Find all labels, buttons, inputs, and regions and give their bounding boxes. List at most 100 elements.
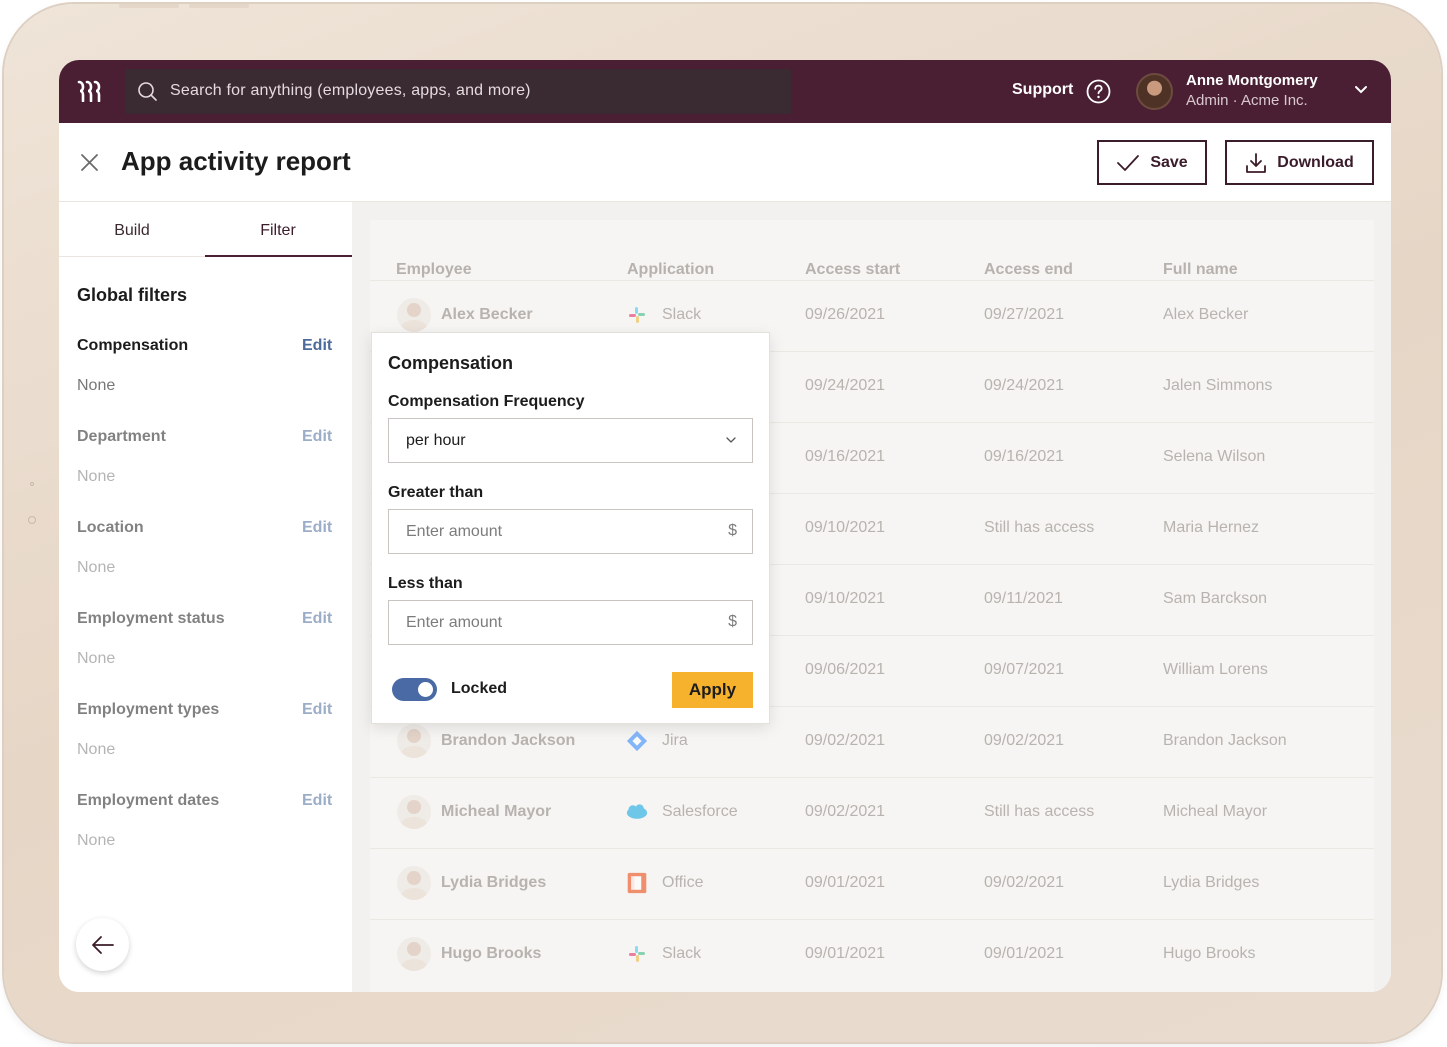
greater-than-label: Greater than (388, 484, 484, 501)
employee-name[interactable]: Micheal Mayor (441, 803, 551, 821)
application-name: Jira (662, 732, 688, 749)
table-row[interactable]: Micheal Mayor Salesforce 09/02/2021 Still h… (370, 777, 1374, 848)
frequency-select[interactable]: per hour (388, 418, 753, 463)
help-icon[interactable] (1086, 79, 1111, 104)
close-icon[interactable] (80, 153, 99, 172)
table-row[interactable]: Lydia Bridges Office 09/01/2021 09/02/2021 L… (370, 848, 1374, 919)
full-name: Micheal Mayor (1163, 803, 1268, 820)
access-end: 09/01/2021 (984, 945, 1065, 962)
employee-name[interactable]: Lydia Bridges (441, 874, 546, 892)
back-button[interactable] (76, 918, 129, 971)
device-camera (28, 516, 36, 524)
full-name: William Lorens (1163, 661, 1268, 678)
access-start: 09/06/2021 (805, 661, 886, 678)
slack-icon (626, 943, 648, 965)
filter-value-employment-types: None (77, 741, 116, 758)
filter-label-employment-status: Employment status (77, 610, 225, 627)
filter-value-department: None (77, 468, 116, 485)
greater-than-placeholder: Enter amount (406, 523, 503, 540)
app-screen: Search for anything (employees, apps, an… (59, 60, 1391, 992)
user-avatar[interactable] (1136, 73, 1173, 110)
currency-icon: $ (728, 613, 737, 630)
arrow-left-icon (91, 935, 114, 954)
search-input[interactable]: Search for anything (employees, apps, an… (170, 82, 531, 100)
access-end: 09/16/2021 (984, 448, 1065, 465)
device-button (189, 4, 249, 8)
full-name: Alex Becker (1163, 306, 1249, 323)
access-end: Still has access (984, 803, 1095, 820)
employee-avatar (397, 937, 431, 971)
edit-employment-types-button[interactable]: Edit (302, 701, 332, 719)
top-bar: Search for anything (employees, apps, an… (59, 60, 1391, 123)
access-end: 09/27/2021 (984, 306, 1065, 323)
search-icon (138, 82, 157, 101)
employee-name[interactable]: Alex Becker (441, 306, 533, 324)
office-icon (626, 872, 648, 894)
user-name: Anne Montgomery (1186, 72, 1318, 89)
tab-build[interactable]: Build (59, 222, 205, 240)
tab-filter[interactable]: Filter (205, 222, 351, 240)
edit-compensation-button[interactable]: Edit (302, 337, 332, 355)
column-header-access-start[interactable]: Access start (805, 261, 900, 279)
popover-title: Compensation (388, 353, 514, 373)
filter-label-employment-types: Employment types (77, 701, 220, 718)
employee-name[interactable]: Brandon Jackson (441, 732, 575, 750)
column-header-access-end[interactable]: Access end (984, 261, 1073, 279)
currency-icon: $ (728, 522, 737, 539)
download-button[interactable]: Download (1225, 140, 1374, 185)
chevron-down-icon[interactable] (1354, 85, 1368, 95)
full-name: Hugo Brooks (1163, 945, 1256, 962)
tablet-frame: Search for anything (employees, apps, an… (4, 4, 1441, 1042)
filter-label-location: Location (77, 519, 144, 536)
edit-employment-status-button[interactable]: Edit (302, 610, 332, 628)
access-start: 09/24/2021 (805, 377, 886, 394)
access-end: 09/02/2021 (984, 874, 1065, 891)
access-start: 09/16/2021 (805, 448, 886, 465)
employee-avatar (397, 724, 431, 758)
support-link[interactable]: Support (1012, 81, 1073, 99)
filter-value-location: None (77, 559, 116, 576)
page-title: App activity report (121, 146, 351, 176)
rippling-logo-icon[interactable] (77, 80, 105, 102)
less-than-label: Less than (388, 575, 463, 592)
active-tab-indicator (205, 255, 352, 257)
locked-toggle[interactable] (392, 678, 437, 701)
column-header-employee[interactable]: Employee (396, 261, 472, 279)
full-name: Brandon Jackson (1163, 732, 1287, 749)
access-end: 09/07/2021 (984, 661, 1065, 678)
compensation-filter-popover: Compensation Compensation Frequency per … (371, 332, 770, 724)
full-name: Jalen Simmons (1163, 377, 1273, 394)
employee-avatar (397, 298, 431, 332)
search-bar[interactable]: Search for anything (employees, apps, an… (125, 69, 791, 114)
less-than-placeholder: Enter amount (406, 614, 503, 631)
apply-button[interactable]: Apply (672, 672, 753, 708)
jira-icon (626, 730, 648, 752)
access-end: Still has access (984, 519, 1095, 536)
employee-name[interactable]: Hugo Brooks (441, 945, 541, 963)
filter-value-employment-dates: None (77, 832, 116, 849)
salesforce-icon (626, 801, 648, 823)
greater-than-input[interactable]: Enter amount $ (388, 509, 753, 554)
edit-employment-dates-button[interactable]: Edit (302, 792, 332, 810)
filter-label-employment-dates: Employment dates (77, 792, 220, 809)
locked-label: Locked (451, 680, 508, 697)
checkmark-icon (1117, 154, 1140, 171)
user-role: Admin · Acme Inc. (1186, 92, 1308, 109)
table-row[interactable]: Hugo Brooks Slack 09/01/2021 09/01/2021 Hugo… (370, 919, 1374, 990)
column-header-full-name[interactable]: Full name (1163, 261, 1238, 279)
access-start: 09/26/2021 (805, 306, 886, 323)
filter-sidebar: Build Filter Global filters Compensation… (59, 202, 352, 992)
access-start: 09/01/2021 (805, 874, 886, 891)
employee-avatar (397, 866, 431, 900)
full-name: Selena Wilson (1163, 448, 1266, 465)
edit-location-button[interactable]: Edit (302, 519, 332, 537)
less-than-input[interactable]: Enter amount $ (388, 600, 753, 645)
download-icon (1246, 152, 1267, 173)
access-start: 09/02/2021 (805, 803, 886, 820)
filter-value-compensation: None (77, 377, 116, 394)
full-name: Lydia Bridges (1163, 874, 1260, 891)
save-button[interactable]: Save (1097, 140, 1207, 185)
device-button (119, 4, 179, 8)
edit-department-button[interactable]: Edit (302, 428, 332, 446)
column-header-application[interactable]: Application (627, 261, 714, 279)
